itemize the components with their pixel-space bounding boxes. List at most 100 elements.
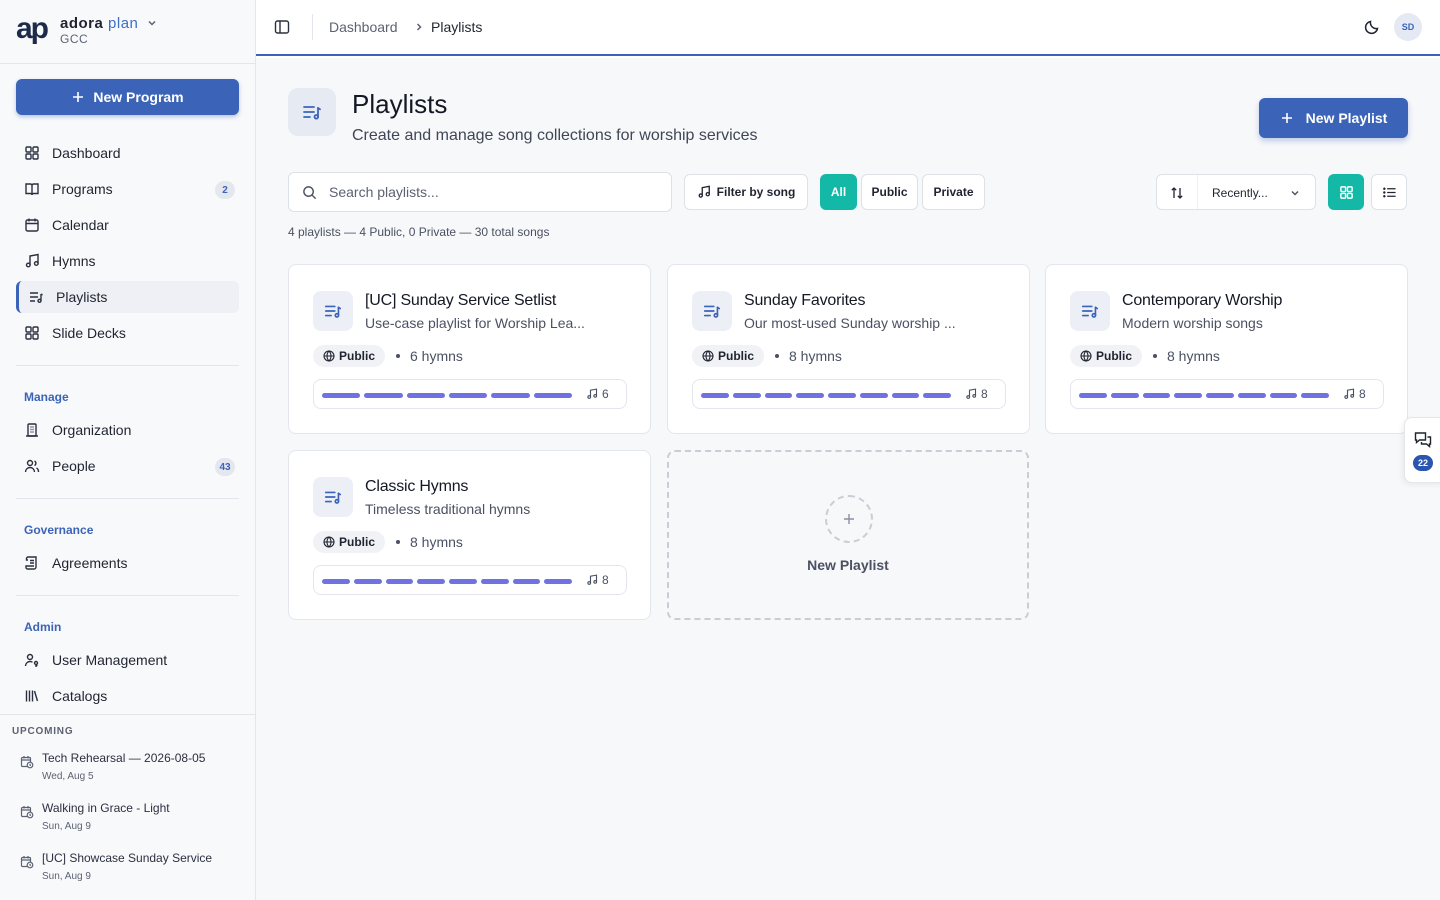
nav-label: Calendar [52, 217, 109, 233]
divider [16, 365, 239, 366]
nav-programs[interactable]: Programs 2 [16, 173, 239, 205]
nav-dashboard[interactable]: Dashboard [16, 137, 239, 169]
plus-icon [1281, 113, 1292, 123]
song-segment [406, 393, 445, 398]
library-icon [25, 690, 39, 702]
nav-label: User Management [52, 652, 168, 668]
playlist-title: Classic Hymns [365, 478, 469, 495]
song-count: 8 [1359, 387, 1366, 401]
nav-label: Organization [52, 422, 132, 438]
playlist-description: Use-case playlist for Worship Lea... [365, 315, 585, 331]
nav-label: Playlists [56, 289, 108, 305]
song-segment [701, 393, 729, 398]
playlist-card[interactable]: Sunday Favorites Our most-used Sunday wo… [667, 264, 1030, 434]
song-segment [1269, 393, 1298, 398]
brand-switcher[interactable]: ap adora plan GCC [0, 0, 255, 64]
nav-calendar[interactable]: Calendar [16, 209, 239, 241]
playlist-description: Our most-used Sunday worship ... [744, 315, 956, 331]
avatar[interactable]: SD [1394, 13, 1422, 41]
feedback-tab[interactable]: 22 [1404, 417, 1440, 483]
nav-people[interactable]: People 43 [16, 450, 239, 482]
upcoming-date: Sun, Aug 9 [42, 821, 91, 832]
programs-count-badge: 2 [215, 181, 235, 199]
upcoming-title: Tech Rehearsal — 2026-08-05 [42, 751, 206, 765]
playlist-icon [1070, 291, 1110, 331]
feedback-count-badge: 22 [1413, 455, 1433, 471]
nav-label: Programs [52, 181, 113, 197]
song-segment [1301, 393, 1329, 398]
visibility-badge: Public [313, 345, 386, 367]
nav-organization[interactable]: Organization [16, 414, 239, 446]
new-program-button[interactable]: New Program [16, 79, 239, 115]
hymn-count: 8 hymns [1167, 348, 1220, 364]
song-segment [828, 393, 856, 398]
book-icon [25, 183, 39, 196]
music-note-icon [698, 185, 710, 198]
filter-all-button[interactable]: All [820, 174, 857, 210]
song-strip: 6 [313, 379, 627, 409]
filter-public-button[interactable]: Public [861, 174, 918, 210]
visibility-badge: Public [313, 531, 386, 553]
nav-label: Dashboard [52, 145, 121, 161]
group-label-manage: Manage [24, 390, 69, 404]
search-input[interactable] [329, 173, 659, 211]
new-playlist-label: New Playlist [807, 557, 889, 573]
song-segment [1079, 393, 1107, 398]
playlist-description: Modern worship songs [1122, 315, 1263, 331]
hymn-count: 6 hymns [410, 348, 463, 364]
filter-private-button[interactable]: Private [922, 174, 985, 210]
sort-arrows-icon [1171, 187, 1183, 199]
org-name: GCC [60, 32, 89, 46]
playlist-card[interactable]: Classic Hymns Timeless traditional hymns… [288, 450, 651, 620]
song-segment [385, 579, 414, 584]
upcoming-item[interactable]: Tech Rehearsal — 2026-08-05 Wed, Aug 5 [12, 751, 244, 791]
new-playlist-card[interactable]: New Playlist [667, 450, 1029, 620]
moon-icon[interactable] [1364, 19, 1380, 35]
add-circle [825, 495, 873, 543]
hymn-count: 8 hymns [789, 348, 842, 364]
song-segment [449, 579, 477, 584]
visibility-badge: Public [1070, 345, 1143, 367]
song-segment [1174, 393, 1202, 398]
nav-user-management[interactable]: User Management [16, 644, 239, 676]
breadcrumb-dashboard[interactable]: Dashboard [329, 19, 398, 35]
divider [16, 595, 239, 596]
globe-icon [323, 536, 335, 548]
playlist-icon [313, 291, 353, 331]
new-playlist-button[interactable]: New Playlist [1259, 98, 1408, 138]
upcoming-title: [UC] Showcase Sunday Service [42, 851, 213, 865]
separator-dot [396, 354, 400, 358]
playlist-card[interactable]: [UC] Sunday Service Setlist Use-case pla… [288, 264, 651, 434]
grid-icon [25, 326, 39, 340]
nav-slide-decks[interactable]: Slide Decks [16, 317, 239, 349]
chevron-down-icon [148, 20, 156, 26]
grid-icon [25, 146, 39, 160]
globe-icon [702, 350, 714, 362]
music-note-icon [587, 388, 598, 399]
song-count: 6 [602, 387, 609, 401]
filter-by-song-button[interactable]: Filter by song [684, 174, 808, 210]
sort-select[interactable]: Recently... [1156, 174, 1316, 210]
user-key-icon [24, 653, 39, 667]
upcoming-item[interactable]: [UC] Showcase Sunday Service Sun, Aug 9 [12, 851, 244, 891]
hymn-count: 8 hymns [410, 534, 463, 550]
playlist-summary: 4 playlists — 4 Public, 0 Private — 30 t… [288, 225, 550, 239]
nav-agreements[interactable]: Agreements [16, 547, 239, 579]
song-segment [322, 579, 350, 584]
main-content: Playlists Create and manage song collect… [256, 58, 1440, 900]
nav-catalogs[interactable]: Catalogs [16, 680, 239, 712]
calendar-clock-icon [20, 856, 34, 869]
sidebar-toggle-icon[interactable] [274, 19, 290, 35]
grid-view-button[interactable] [1328, 174, 1364, 210]
nav-playlists[interactable]: Playlists [16, 281, 239, 313]
playlist-card[interactable]: Contemporary Worship Modern worship song… [1045, 264, 1408, 434]
calendar-icon [25, 218, 39, 232]
globe-icon [323, 350, 335, 362]
list-view-button[interactable] [1371, 174, 1407, 210]
topbar: Dashboard Playlists SD [256, 0, 1440, 56]
building-icon [26, 423, 38, 437]
upcoming-item[interactable]: Walking in Grace - Light Sun, Aug 9 [12, 801, 244, 841]
nav-hymns[interactable]: Hymns [16, 245, 239, 277]
upcoming-date: Sun, Aug 9 [42, 871, 91, 882]
song-segment [417, 579, 445, 584]
